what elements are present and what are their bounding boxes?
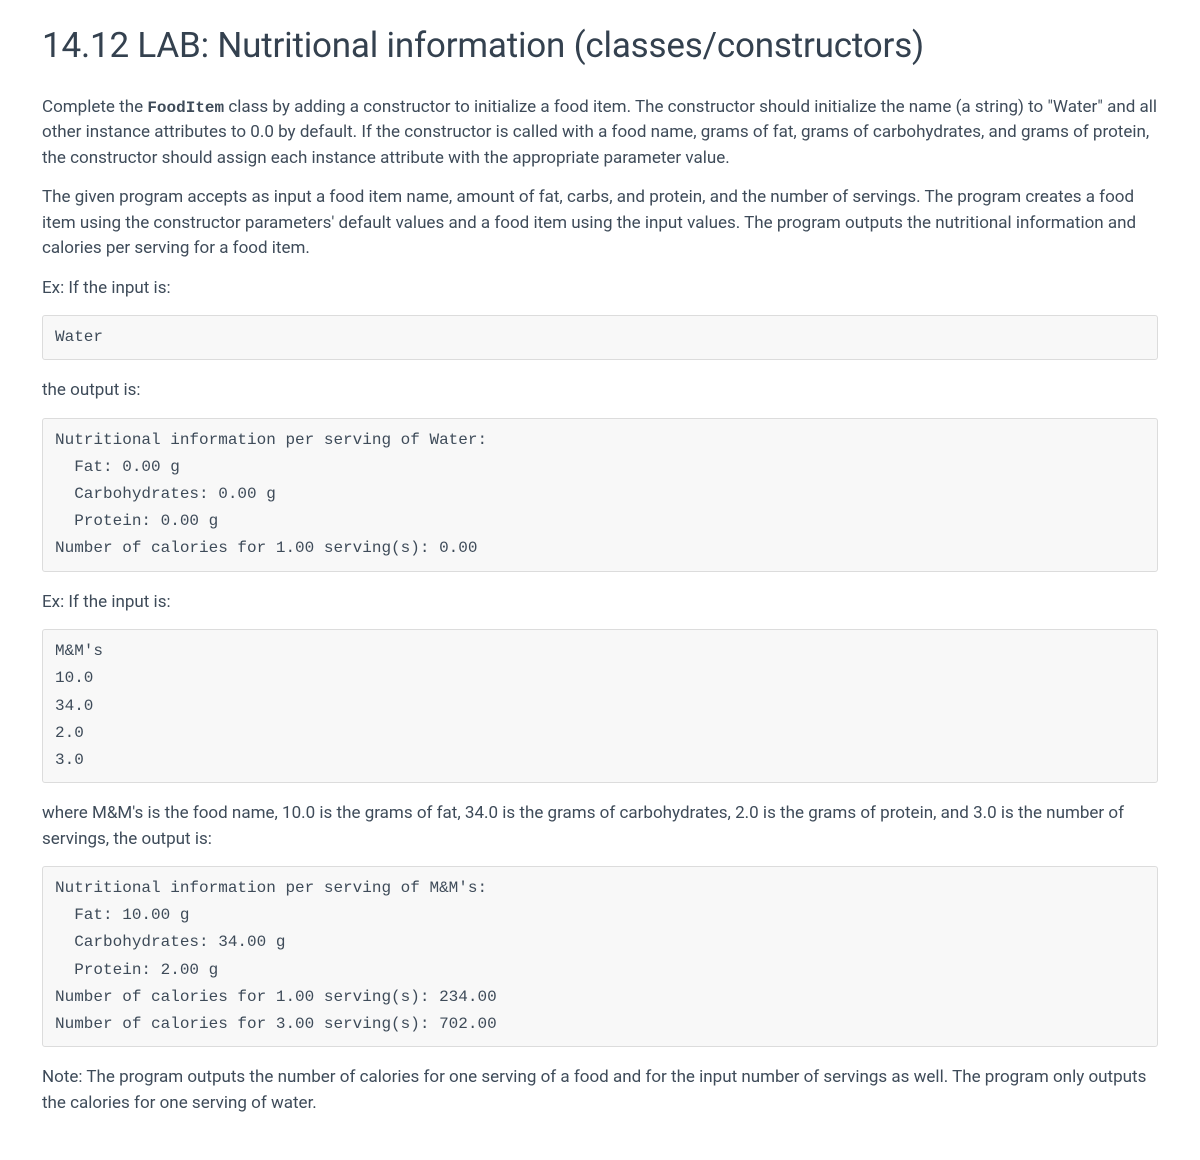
explain-paragraph: where M&M's is the food name, 10.0 is th…	[42, 801, 1158, 852]
page-title: 14.12 LAB: Nutritional information (clas…	[42, 20, 1158, 73]
inline-code-fooditem: FoodItem	[147, 99, 224, 117]
code-output-1: Nutritional information per serving of W…	[42, 418, 1158, 572]
example-input-label-2: Ex: If the input is:	[42, 590, 1158, 616]
code-input-2: M&M's 10.0 34.0 2.0 3.0	[42, 629, 1158, 783]
note-paragraph: Note: The program outputs the number of …	[42, 1065, 1158, 1116]
code-output-2: Nutritional information per serving of M…	[42, 866, 1158, 1047]
intro-para1-pre: Complete the	[42, 97, 147, 117]
example-output-label-1: the output is:	[42, 378, 1158, 404]
example-input-label-1: Ex: If the input is:	[42, 276, 1158, 302]
intro-paragraph-2: The given program accepts as input a foo…	[42, 185, 1158, 262]
code-input-1: Water	[42, 315, 1158, 360]
intro-paragraph-1: Complete the FoodItem class by adding a …	[42, 95, 1158, 172]
